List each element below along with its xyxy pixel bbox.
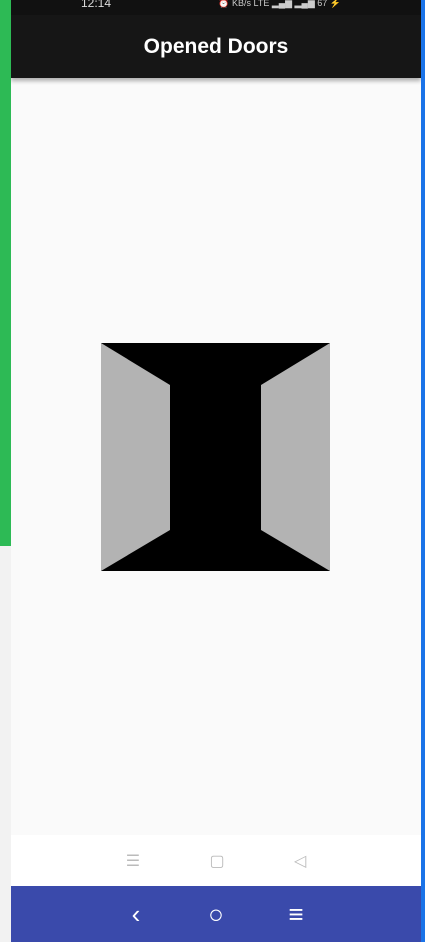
menu-icon[interactable]: ≡ [281,899,311,930]
status-bar: 12:14 ⏰ KB/s LTE ▂▄▆ ▂▄▆ 67 ⚡ [11,0,421,15]
opened-doors-image [101,343,330,571]
host-nav-bar: ‹ ○ ≡ [11,886,421,942]
app-bar: Opened Doors [11,15,421,78]
background-window-right [421,0,425,942]
recents-icon[interactable]: ☰ [126,851,140,871]
page-title: Opened Doors [143,34,289,58]
home-circle-icon[interactable]: ○ [201,899,231,930]
background-window-left-lower [0,546,11,942]
back-chevron-icon[interactable]: ‹ [121,899,151,930]
back-icon[interactable]: ◁ [294,851,306,871]
status-time: 12:14 [81,0,112,10]
phone-screen: 12:14 ⏰ KB/s LTE ▂▄▆ ▂▄▆ 67 ⚡ Opened Doo… [11,0,421,942]
background-window-left [0,0,11,546]
status-icons: ⏰ KB/s LTE ▂▄▆ ▂▄▆ 67 ⚡ [218,0,341,8]
home-icon[interactable]: ▢ [209,851,224,871]
system-nav-bar: ☰ ▢ ◁ [11,835,421,886]
